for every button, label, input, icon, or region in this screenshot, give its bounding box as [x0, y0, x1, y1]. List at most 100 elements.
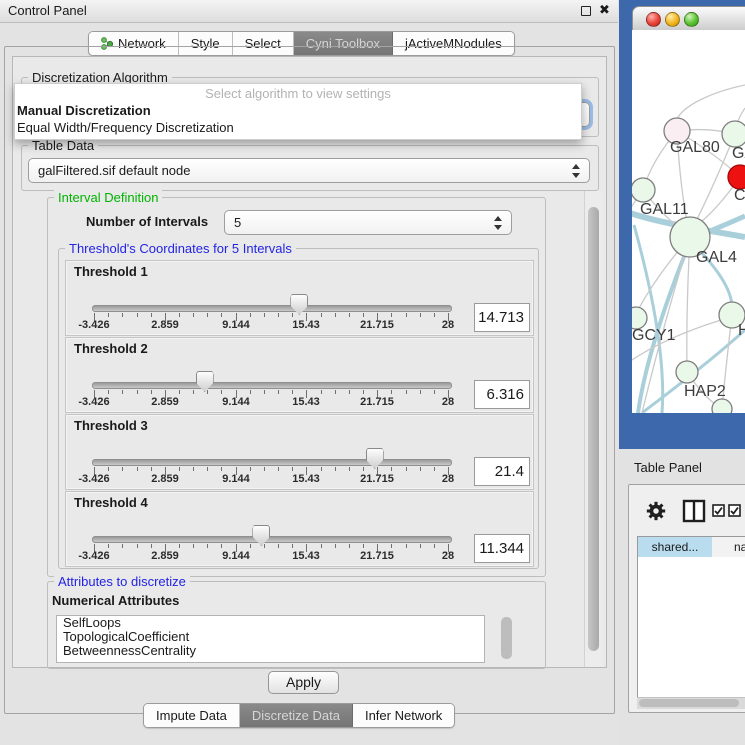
threshold-4-slider[interactable] — [92, 536, 452, 543]
table-panel-title: Table Panel — [634, 460, 702, 475]
number-of-intervals-value: 5 — [234, 215, 241, 230]
node-label: GCY1 — [632, 327, 676, 344]
tick-label: 15.43 — [276, 550, 336, 562]
column-header-name[interactable]: name — [712, 536, 745, 558]
tick-label: 2.859 — [135, 473, 195, 485]
threshold-2-panel: Threshold 2 -3.426 2.859 9.144 15.43 21.… — [65, 337, 534, 413]
list-scrollbar-thumb[interactable] — [501, 617, 512, 659]
thresholds-group: Threshold's Coordinates for 5 Intervals … — [58, 248, 539, 569]
network-graph: GAL80 GA C GAL11 GAL4 GCY1 H HAP2 — [632, 30, 745, 413]
control-panel-titlebar: Control Panel ✖ — [0, 0, 618, 23]
tick-label: 28 — [418, 319, 478, 331]
node-label: HAP2 — [684, 383, 726, 400]
minimize-traffic-light[interactable] — [665, 12, 680, 27]
node-table-body[interactable]: YDL19...YDL19... YDR27...YDR27... YBR043… — [637, 557, 745, 697]
cyni-toolbox-panel: Discretization Algorithm Select algorith… — [12, 56, 607, 668]
number-of-intervals-combo[interactable]: 5 — [224, 210, 512, 235]
node-red[interactable] — [728, 165, 745, 189]
number-of-intervals-label: Number of Intervals — [86, 214, 208, 229]
tab-infer-network[interactable]: Infer Network — [353, 704, 454, 727]
list-item[interactable]: SelfLoops — [57, 616, 484, 630]
zoom-traffic-light[interactable] — [684, 12, 699, 27]
panel-title: Control Panel — [8, 3, 87, 18]
threshold-2-slider[interactable] — [92, 382, 452, 389]
list-item[interactable]: BetweennessCentrality — [57, 644, 484, 658]
threshold-2-value-field[interactable]: 6.316 — [474, 380, 530, 409]
tick-label: 21.715 — [347, 396, 407, 408]
tick-label: 21.715 — [347, 319, 407, 331]
tick-label: 2.859 — [135, 550, 195, 562]
tab-discretize-data[interactable]: Discretize Data — [240, 704, 353, 727]
interval-definition-group: Interval Definition Number of Intervals … — [47, 197, 546, 577]
node-gcy1[interactable] — [632, 307, 647, 329]
threshold-1-value-field[interactable]: 14.713 — [474, 303, 530, 332]
tick-label: 28 — [418, 473, 478, 485]
tick-label: 21.715 — [347, 473, 407, 485]
threshold-label: Threshold 4 — [74, 495, 148, 510]
tab-impute-data[interactable]: Impute Data — [144, 704, 240, 727]
threshold-3-slider[interactable] — [92, 459, 452, 466]
checked-checkbox-icon[interactable] — [712, 504, 725, 517]
threshold-4-value-field[interactable]: 11.344 — [474, 534, 530, 563]
node-label: H — [738, 322, 745, 339]
node-gal11[interactable] — [632, 178, 655, 202]
group-title: Interval Definition — [54, 190, 162, 205]
group-title: Attributes to discretize — [54, 574, 190, 589]
network-canvas[interactable]: GAL80 GA C GAL11 GAL4 GCY1 H HAP2 — [632, 30, 745, 413]
tick-label: 2.859 — [135, 319, 195, 331]
application-root: Control Panel ✖ Network Style Select Cyn… — [0, 0, 745, 745]
close-traffic-light[interactable] — [646, 12, 661, 27]
popup-item-equal-width[interactable]: Equal Width/Frequency Discretization — [17, 120, 234, 135]
numerical-attributes-list[interactable]: SelfLoops TopologicalCoefficient Between… — [56, 615, 485, 663]
tick-label: 9.144 — [206, 319, 266, 331]
tick-label: 9.144 — [206, 396, 266, 408]
threshold-label: Threshold 2 — [74, 341, 148, 356]
table-horizontal-scrollbar[interactable] — [637, 697, 745, 709]
tick-label: 28 — [418, 396, 478, 408]
threshold-3-value-field[interactable]: 21.4 — [474, 457, 530, 486]
control-panel: Control Panel ✖ Network Style Select Cyn… — [0, 0, 618, 745]
threshold-3-panel: Threshold 3 -3.426 2.859 9.144 15.43 21.… — [65, 414, 534, 490]
tick-label: 9.144 — [206, 473, 266, 485]
group-title: Table Data — [28, 138, 98, 153]
tick-label: 2.859 — [135, 396, 195, 408]
combo-arrows-icon — [571, 163, 580, 179]
settings-scrollbar[interactable] — [584, 191, 603, 667]
tick-label: 15.43 — [276, 319, 336, 331]
attributes-group: Attributes to discretize Numerical Attri… — [47, 581, 546, 669]
node-partial[interactable] — [712, 399, 732, 413]
node-label: GA — [732, 145, 745, 162]
table-data-group: Table Data galFiltered.sif default node — [21, 145, 599, 191]
tick-label: -3.426 — [64, 473, 124, 485]
table-horizontal-scrollbar-thumb[interactable] — [639, 699, 739, 707]
popup-hint: Select algorithm to view settings — [15, 86, 581, 101]
column-header-shared-name[interactable]: shared... — [637, 536, 713, 558]
threshold-label: Threshold 3 — [74, 418, 148, 433]
gear-icon[interactable] — [645, 500, 667, 522]
threshold-1-slider[interactable] — [92, 305, 452, 312]
close-icon[interactable]: ✖ — [599, 2, 610, 18]
node-label: GAL11 — [640, 201, 689, 218]
network-window-titlebar[interactable] — [632, 6, 745, 32]
node-ga[interactable] — [722, 121, 745, 147]
group-title: Threshold's Coordinates for 5 Intervals — [65, 241, 296, 256]
tick-label: 15.43 — [276, 473, 336, 485]
popup-item-manual[interactable]: Manual Discretization — [17, 103, 151, 118]
combo-arrows-icon — [493, 215, 502, 231]
float-window-icon[interactable] — [581, 6, 591, 16]
threshold-label: Threshold 1 — [74, 264, 148, 279]
list-item[interactable]: TopologicalCoefficient — [57, 630, 484, 644]
node-label: GAL80 — [670, 139, 720, 156]
bottom-tab-bar: Impute Data Discretize Data Infer Networ… — [143, 703, 455, 728]
algorithm-dropdown-popup: Select algorithm to view settings Manual… — [14, 83, 582, 140]
columns-icon[interactable] — [682, 499, 706, 523]
apply-button[interactable]: Apply — [268, 671, 339, 694]
threshold-1-panel: Threshold 1 -3.426 2.859 9.144 15.43 21.… — [65, 260, 534, 336]
checked-checkbox-icon[interactable] — [728, 504, 741, 517]
tick-label: 9.144 — [206, 550, 266, 562]
table-data-combo[interactable]: galFiltered.sif default node — [28, 158, 590, 183]
tick-label: -3.426 — [64, 319, 124, 331]
tick-label: 28 — [418, 550, 478, 562]
settings-scrollbar-thumb[interactable] — [588, 207, 599, 651]
node-hap2[interactable] — [676, 361, 698, 383]
